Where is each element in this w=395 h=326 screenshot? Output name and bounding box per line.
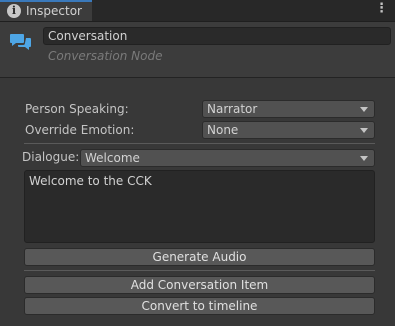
chevron-down-icon [360, 107, 368, 112]
person-speaking-value: Narrator [207, 102, 258, 116]
dialogue-label: Dialogue: [22, 150, 80, 164]
person-speaking-dropdown[interactable]: Narrator [202, 100, 375, 118]
override-emotion-label: Override Emotion: [25, 123, 135, 137]
tab-bar: i Inspector ⋮ [0, 0, 395, 22]
add-conversation-item-button[interactable]: Add Conversation Item [24, 276, 375, 294]
dialogue-dropdown[interactable]: Welcome [80, 149, 375, 167]
dialogue-value: Welcome [85, 151, 140, 165]
override-emotion-value: None [207, 123, 239, 137]
person-speaking-label: Person Speaking: [25, 102, 129, 116]
chat-bubbles-icon [10, 34, 31, 50]
generate-audio-button[interactable]: Generate Audio [24, 248, 375, 266]
node-name-field[interactable]: Conversation [43, 27, 391, 45]
override-emotion-dropdown[interactable]: None [202, 121, 375, 139]
convert-to-timeline-button[interactable]: Convert to timeline [24, 297, 375, 315]
tab-inspector[interactable]: i Inspector [0, 0, 92, 21]
dialogue-text-area[interactable]: Welcome to the CCK [24, 170, 375, 243]
divider [24, 270, 375, 271]
info-icon: i [7, 4, 21, 18]
node-header: Conversation Conversation Node [0, 22, 395, 78]
divider [24, 143, 375, 144]
node-type-subtitle: Conversation Node [48, 49, 163, 63]
kebab-menu-icon[interactable]: ⋮ [375, 2, 388, 16]
chevron-down-icon [360, 156, 368, 161]
tab-title: Inspector [26, 4, 82, 18]
chevron-down-icon [360, 128, 368, 133]
